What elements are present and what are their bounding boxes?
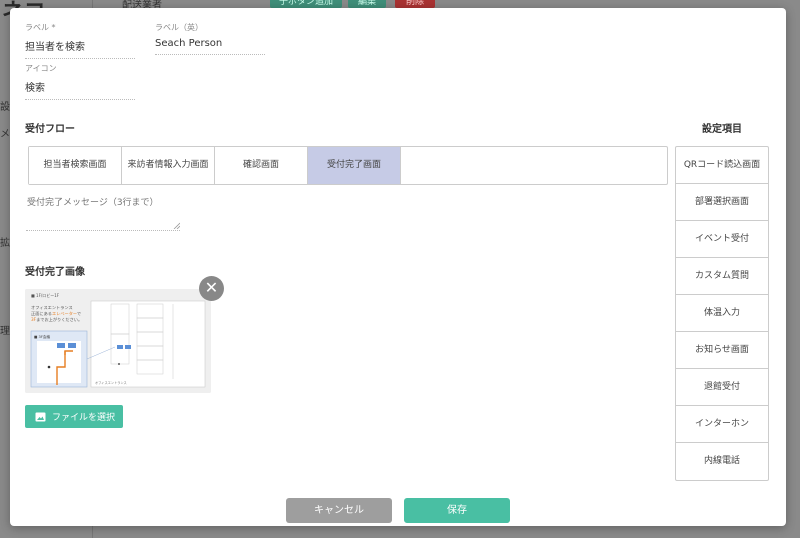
settings-item-intercom[interactable]: インターホン: [676, 406, 768, 443]
settings-item-extension[interactable]: 内線電話: [676, 443, 768, 480]
map-box-label: ■ 3F会議: [34, 334, 50, 339]
map-line2-text: 正面にあるエレベーターで: [31, 310, 81, 317]
bg-edit-button: 編集: [348, 0, 386, 8]
settings-item-temperature[interactable]: 体温入力: [676, 295, 768, 332]
complete-image-preview: ■ 1F/ロビー1F オフィスエントランス 正面にあるエレベーターで 3Fまでお…: [25, 289, 211, 393]
cancel-button[interactable]: キャンセル: [286, 498, 392, 523]
bg-side-label: メ: [0, 129, 10, 140]
tab-staff-search[interactable]: 担当者検索画面: [29, 147, 122, 184]
bg-add-child-button: 子ボタン追加: [270, 0, 342, 8]
remove-image-button[interactable]: ✕: [199, 276, 224, 301]
floor-map-image: ■ 1F/ロビー1F オフィスエントランス 正面にあるエレベーターで 3Fまでお…: [25, 289, 211, 393]
settings-item-custom-question[interactable]: カスタム質問: [676, 258, 768, 295]
settings-list: QRコード読込画面 部署選択画面 イベント受付 カスタム質問 体温入力 お知らせ…: [675, 146, 769, 481]
settings-item-checkout[interactable]: 退館受付: [676, 369, 768, 406]
bg-side-label: 理: [0, 326, 10, 337]
bg-delete-button: 削除: [395, 0, 435, 8]
label-input[interactable]: 担当者を検索: [25, 38, 135, 59]
settings-item-event[interactable]: イベント受付: [676, 221, 768, 258]
image-section-title: 受付完了画像: [25, 267, 85, 278]
map-line3-text: 3Fまでお上がりください。: [31, 316, 82, 323]
tab-confirm[interactable]: 確認画面: [215, 147, 308, 184]
label-field-title: ラベル *: [25, 23, 56, 32]
label-field[interactable]: ラベル * 担当者を検索: [25, 22, 135, 59]
settings-item-qr[interactable]: QRコード読込画面: [676, 147, 768, 184]
select-file-label: ファイルを選択: [52, 413, 116, 423]
icon-input[interactable]: 検索: [25, 79, 135, 100]
modal-dialog: ラベル * 担当者を検索 ラベル（英） Seach Person アイコン 検索…: [10, 8, 786, 526]
settings-item-department[interactable]: 部署選択画面: [676, 184, 768, 221]
bg-side-label: 設: [0, 102, 10, 113]
icon-field[interactable]: アイコン 検索: [25, 63, 135, 100]
icon-field-title: アイコン: [25, 64, 57, 73]
label-en-field-title: ラベル（英）: [155, 23, 203, 32]
flow-title: 受付フロー: [25, 124, 75, 135]
map-header-text: ■ 1F/ロビー1F: [31, 292, 60, 298]
map-entrance-text: オフィスエントランス: [95, 380, 127, 385]
complete-message-input[interactable]: [26, 193, 180, 231]
select-file-button[interactable]: ファイルを選択: [25, 405, 123, 428]
tab-visitor-info[interactable]: 来訪者情報入力画面: [122, 147, 215, 184]
save-button[interactable]: 保存: [404, 498, 510, 523]
flow-tabs: 担当者検索画面 来訪者情報入力画面 確認画面 受付完了画面: [28, 146, 668, 185]
settings-item-notice[interactable]: お知らせ画面: [676, 332, 768, 369]
resize-grip-icon[interactable]: [173, 222, 180, 229]
settings-title: 設定項目: [702, 124, 742, 135]
label-en-input[interactable]: Seach Person: [155, 38, 265, 55]
tab-complete[interactable]: 受付完了画面: [308, 147, 401, 184]
image-icon: [35, 412, 46, 421]
label-en-field[interactable]: ラベル（英） Seach Person: [155, 22, 265, 55]
bg-side-label: 拡: [0, 238, 10, 249]
